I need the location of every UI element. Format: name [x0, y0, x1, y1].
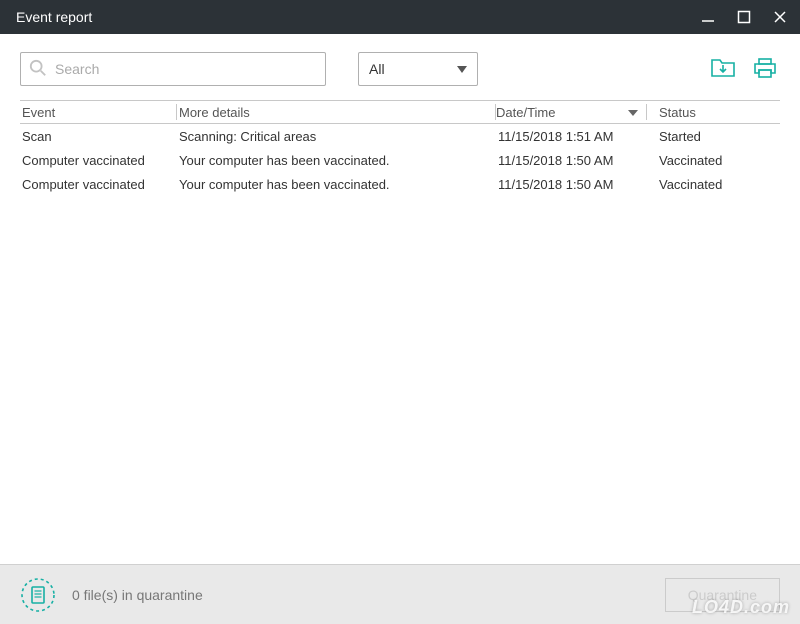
filter-selected-label: All [369, 61, 385, 77]
search-icon [29, 59, 47, 80]
table-header: Event More details Date/Time Status [20, 100, 780, 124]
print-button[interactable] [750, 55, 780, 83]
close-button[interactable] [772, 9, 788, 25]
quarantine-bar: 0 file(s) in quarantine Quarantine [0, 564, 800, 624]
quarantine-button[interactable]: Quarantine [665, 578, 780, 612]
header-datetime[interactable]: Date/Time [496, 105, 646, 120]
cell-datetime: 11/15/2018 1:50 AM [496, 153, 646, 168]
search-input[interactable] [55, 61, 317, 77]
maximize-button[interactable] [736, 9, 752, 25]
table-row[interactable]: Computer vaccinated Your computer has be… [20, 148, 780, 172]
window-title: Event report [16, 9, 92, 25]
cell-status: Vaccinated [647, 153, 780, 168]
printer-icon [752, 56, 778, 83]
cell-datetime: 11/15/2018 1:50 AM [496, 177, 646, 192]
toolbar: All [0, 34, 800, 100]
quarantine-icon [20, 577, 56, 613]
cell-details: Scanning: Critical areas [177, 129, 495, 144]
chevron-down-icon [457, 62, 467, 77]
search-box[interactable] [20, 52, 326, 86]
cell-status: Started [647, 129, 780, 144]
window-controls [700, 9, 788, 25]
header-details[interactable]: More details [177, 105, 495, 120]
sort-desc-icon [628, 105, 638, 120]
cell-event: Computer vaccinated [20, 177, 176, 192]
header-event[interactable]: Event [20, 105, 176, 120]
filter-dropdown[interactable]: All [358, 52, 478, 86]
titlebar: Event report [0, 0, 800, 34]
cell-details: Your computer has been vaccinated. [177, 153, 495, 168]
cell-event: Scan [20, 129, 176, 144]
table-row[interactable]: Computer vaccinated Your computer has be… [20, 172, 780, 196]
minimize-button[interactable] [700, 9, 716, 25]
quarantine-text: 0 file(s) in quarantine [72, 587, 649, 603]
header-datetime-label: Date/Time [496, 105, 555, 120]
export-button[interactable] [708, 55, 738, 83]
table-row[interactable]: Scan Scanning: Critical areas 11/15/2018… [20, 124, 780, 148]
header-status[interactable]: Status [647, 105, 780, 120]
cell-status: Vaccinated [647, 177, 780, 192]
folder-download-icon [710, 56, 736, 83]
cell-details: Your computer has been vaccinated. [177, 177, 495, 192]
cell-event: Computer vaccinated [20, 153, 176, 168]
event-table: Event More details Date/Time Status Scan… [0, 100, 800, 196]
cell-datetime: 11/15/2018 1:51 AM [496, 129, 646, 144]
